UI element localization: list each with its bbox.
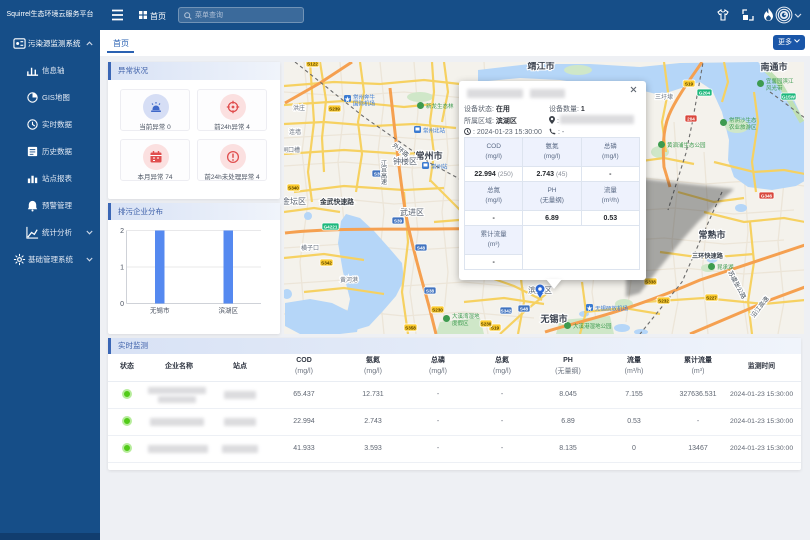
svg-text:1: 1: [120, 265, 124, 272]
svg-text:滨湖区: 滨湖区: [218, 306, 238, 315]
svg-text:无锡市: 无锡市: [150, 306, 170, 315]
svg-text:0: 0: [120, 301, 124, 308]
svg-text:2: 2: [120, 228, 124, 235]
